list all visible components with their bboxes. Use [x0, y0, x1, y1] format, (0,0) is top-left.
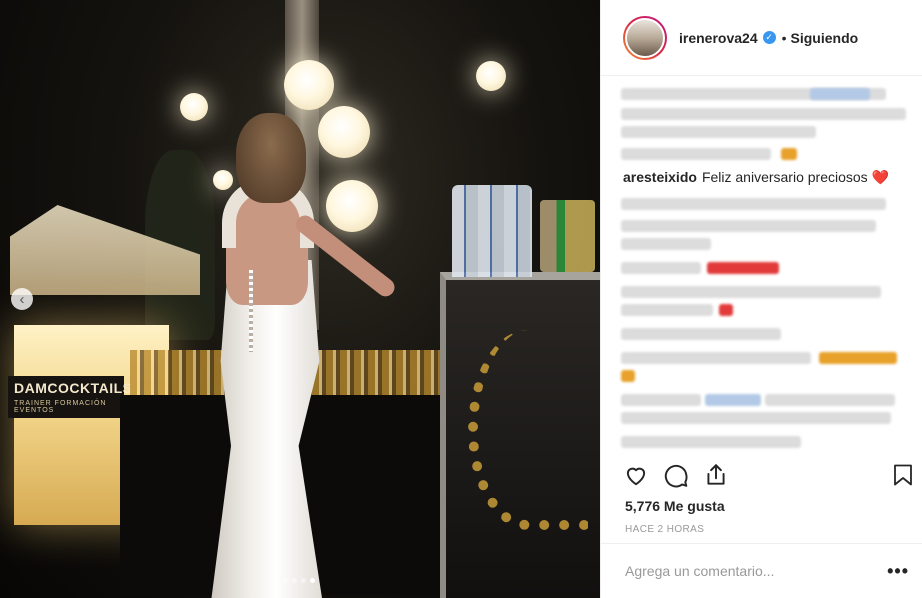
- blurred-comment-line: [819, 352, 897, 364]
- save-button[interactable]: [891, 462, 919, 490]
- more-options-icon[interactable]: •••: [887, 561, 909, 582]
- post-timestamp[interactable]: HACE 2 HORAS: [625, 524, 704, 535]
- blurred-comment-line: [621, 436, 801, 448]
- blurred-comment-line: [621, 370, 635, 382]
- header-separator: •: [781, 29, 787, 46]
- blurred-comment-line: [621, 352, 811, 364]
- lamp-globe: [326, 180, 378, 232]
- bar-sign-subtitle: TRAINER FORMACIÓN EVENTOS: [14, 400, 107, 414]
- blurred-comment-line: [621, 328, 781, 340]
- comment-username[interactable]: aresteixido: [623, 169, 697, 185]
- cocktail-glasses: [540, 200, 595, 272]
- comment-item: aresteixido Feliz aniversario preciosos …: [615, 164, 915, 190]
- add-comment-bar: •••: [601, 543, 922, 598]
- blurred-comment-line: [719, 304, 733, 316]
- carousel-dot: [292, 578, 297, 583]
- laurel-logo: [468, 330, 588, 530]
- post-panel: irenerova24 ✓ • Siguiendo aresteixido Fe…: [600, 0, 922, 598]
- bar-sign-brand: DAMCOCKTAILS: [14, 380, 133, 396]
- carousel-prev-button[interactable]: ‹: [11, 288, 33, 310]
- carousel-indicator: [283, 578, 315, 583]
- bride-hair: [236, 113, 306, 203]
- blurred-comment-line: [621, 262, 701, 274]
- blurred-comment-line: [707, 262, 779, 274]
- blurred-comment-line: [621, 238, 711, 250]
- blurred-comment-line: [621, 304, 713, 316]
- post-header: irenerova24 ✓ • Siguiendo: [601, 0, 922, 76]
- carousel-dot-active: [310, 578, 315, 583]
- blurred-comment-line: [781, 148, 797, 160]
- blurred-comment-line: [705, 394, 761, 406]
- comment-icon: [664, 464, 688, 488]
- blurred-comment-line: [621, 148, 771, 160]
- blurred-comment-line: [810, 88, 870, 100]
- lamp-globe: [284, 60, 334, 110]
- lamp-globe: [213, 170, 233, 190]
- comment-button[interactable]: [663, 462, 691, 490]
- share-icon: [707, 464, 725, 485]
- post-photo[interactable]: DAMCOCKTAILS TRAINER FORMACIÓN EVENTOS ‹: [0, 0, 600, 598]
- avatar[interactable]: [623, 15, 667, 60]
- blurred-comment-line: [621, 108, 906, 120]
- post-actions: [623, 462, 913, 492]
- verified-badge-icon: ✓: [762, 31, 776, 44]
- avatar-image: [625, 17, 665, 58]
- carousel-dot: [301, 578, 306, 583]
- bottles: [452, 185, 532, 277]
- bookmark-icon: [894, 464, 912, 486]
- blurred-comment-line: [621, 198, 886, 210]
- blurred-comment-line: [621, 412, 891, 424]
- lamp-globe: [318, 106, 370, 158]
- share-button[interactable]: [703, 462, 731, 490]
- lamp-globe: [180, 93, 208, 121]
- chevron-left-icon: ‹: [19, 290, 25, 308]
- blurred-comment-line: [765, 394, 895, 406]
- following-button[interactable]: Siguiendo: [791, 30, 859, 46]
- bar-sign: DAMCOCKTAILS TRAINER FORMACIÓN EVENTOS: [8, 376, 133, 418]
- comments-list[interactable]: aresteixido Feliz aniversario preciosos …: [615, 78, 915, 453]
- heart-icon: [626, 467, 646, 486]
- blurred-comment-line: [621, 220, 876, 232]
- dress-buttons: [249, 270, 253, 352]
- lamp-globe: [476, 61, 506, 91]
- username-link[interactable]: irenerova24: [679, 30, 758, 46]
- comment-text: Feliz aniversario preciosos ❤️: [701, 168, 889, 185]
- blurred-comment-line: [621, 126, 816, 138]
- like-button[interactable]: [623, 462, 651, 490]
- comment-input[interactable]: [625, 563, 888, 579]
- blurred-comment-line: [621, 394, 701, 406]
- blurred-comment-line: [621, 286, 881, 298]
- likes-count[interactable]: 5,776 Me gusta: [625, 498, 725, 514]
- carousel-dot: [283, 578, 288, 583]
